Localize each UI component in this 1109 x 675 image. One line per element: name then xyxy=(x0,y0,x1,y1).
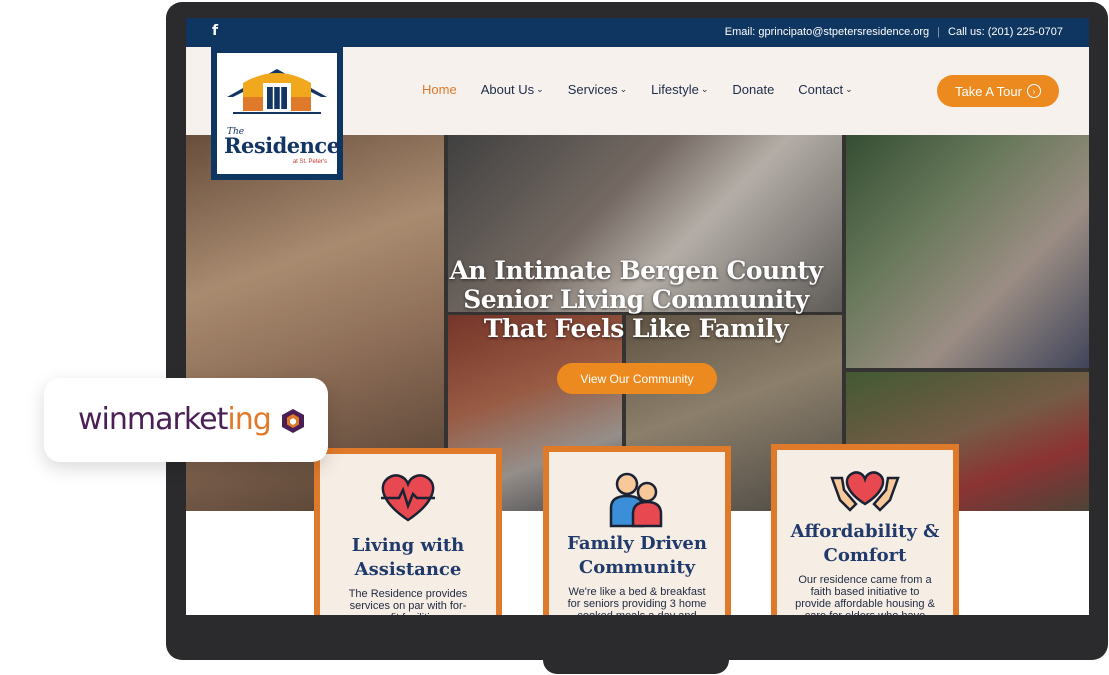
nav-item-label: About Us xyxy=(480,82,535,97)
nav-item-label: Home xyxy=(422,82,457,97)
nav-item-about-us[interactable]: About Us ⌄ xyxy=(481,82,544,97)
house-icon xyxy=(227,69,327,114)
card-affordability-comfort[interactable]: Affordability & Comfort Our residence ca… xyxy=(771,444,959,615)
email-link[interactable]: Email: gprincipato@stpetersresidence.org xyxy=(725,26,929,38)
chevron-down-icon: ⌄ xyxy=(845,84,853,94)
arrow-circle-icon: › xyxy=(1026,84,1041,98)
winmarketing-badge: winmarketing xyxy=(44,378,328,462)
nav-item-label: Lifestyle xyxy=(651,82,699,97)
card-title-line: Comfort xyxy=(823,545,907,566)
take-a-tour-button[interactable]: Take A Tour › xyxy=(937,75,1059,107)
nav-item-lifestyle[interactable]: Lifestyle ⌄ xyxy=(651,82,708,97)
nav-item-label: Services xyxy=(567,82,618,97)
tour-button-label: Take A Tour xyxy=(955,83,1022,99)
phone-link[interactable]: Call us: (201) 225-0707 xyxy=(948,26,1063,38)
hero-title: An Intimate Bergen County Senior Living … xyxy=(426,256,846,343)
card-living-with-assistance[interactable]: Living with Assistance The Residence pro… xyxy=(314,448,502,615)
logo-sub-text: at St. Peter's xyxy=(292,159,327,165)
card-title: Affordability & Comfort xyxy=(783,520,947,568)
card-title-line: Family Driven xyxy=(567,533,707,554)
facebook-icon[interactable]: f xyxy=(212,23,218,39)
nav-item-contact[interactable]: Contact ⌄ xyxy=(798,82,852,97)
card-title: Family Driven Community xyxy=(555,532,719,580)
chevron-down-icon: ⌄ xyxy=(700,84,709,94)
card-title: Living with Assistance xyxy=(326,534,490,582)
laptop-stand xyxy=(543,654,729,674)
card-body: Our residence came from a faith based in… xyxy=(795,574,935,615)
nav-item-donate[interactable]: Donate xyxy=(732,82,774,97)
contact-info: Email: gprincipato@stpetersresidence.org… xyxy=(725,26,1063,38)
site-logo[interactable]: The Residence at St. Peter's xyxy=(211,47,343,180)
heart-hands-icon xyxy=(777,468,953,526)
chevron-down-icon: ⌄ xyxy=(536,84,544,94)
contact-separator: | xyxy=(937,26,941,38)
hexagon-logo-icon xyxy=(282,408,305,433)
hero-title-line: Senior Living Community xyxy=(463,285,809,314)
main-nav: Home About Us ⌄ Services ⌄ Lifestyle ⌄ Dona… xyxy=(422,82,853,97)
card-family-driven-community[interactable]: Family Driven Community We're like a bed… xyxy=(543,446,731,615)
card-title-line: Affordability & xyxy=(790,521,940,542)
hero-title-line: That Feels Like Family xyxy=(483,314,789,343)
view-our-community-button[interactable]: View Our Community xyxy=(557,363,717,394)
nav-item-label: Donate xyxy=(732,82,775,97)
website-screen: f Email: gprincipato@stpetersresidence.o… xyxy=(186,18,1089,615)
chevron-down-icon: ⌄ xyxy=(619,84,628,94)
card-body: The Residence provides services on par w… xyxy=(348,588,468,615)
card-title-line: Community xyxy=(578,557,696,578)
nav-item-home[interactable]: Home xyxy=(422,82,457,97)
winmarketing-logo: winmarketing xyxy=(78,402,305,437)
card-body: We're like a bed & breakfast for seniors… xyxy=(567,586,707,615)
logo-name-text: Residence xyxy=(224,133,340,158)
logo-panel: The Residence at St. Peter's xyxy=(217,53,340,174)
brand-accent-text: ing xyxy=(227,402,271,437)
nav-item-label: Contact xyxy=(798,82,844,97)
hero-title-line: An Intimate Bergen County xyxy=(449,256,823,285)
brand-main-text: winmarket xyxy=(78,402,228,437)
card-title-line: Assistance xyxy=(354,559,462,580)
top-bar: f Email: gprincipato@stpetersresidence.o… xyxy=(186,18,1089,47)
card-title-line: Living with xyxy=(351,535,465,556)
nav-item-services[interactable]: Services ⌄ xyxy=(568,82,627,97)
heart-pulse-icon xyxy=(320,472,496,530)
family-icon xyxy=(549,470,725,528)
